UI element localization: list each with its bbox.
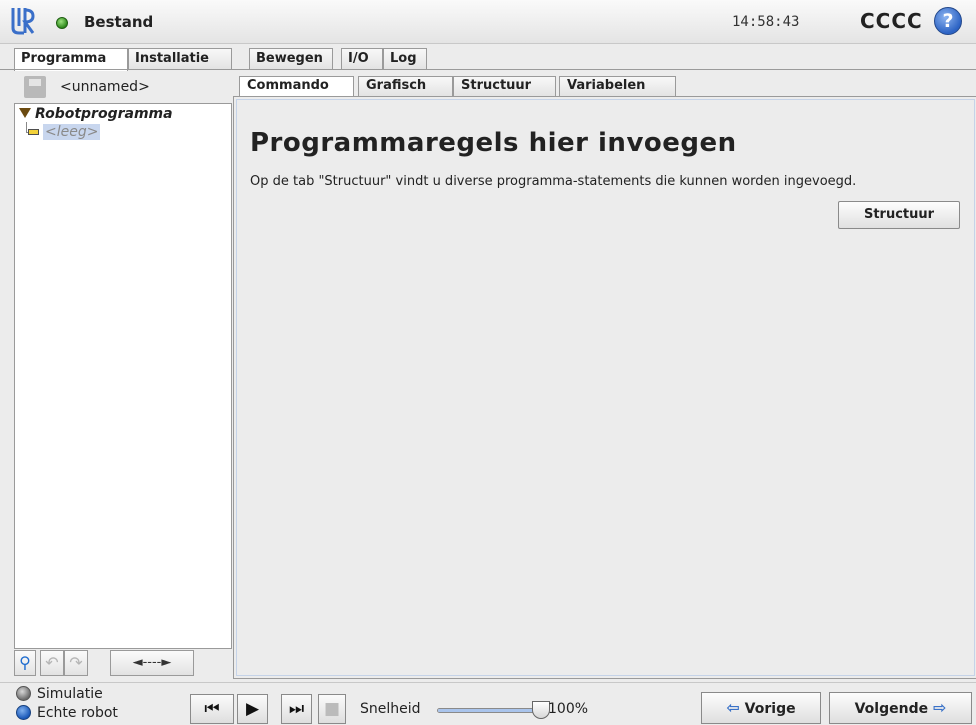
structure-button[interactable]: Structuur — [838, 201, 960, 229]
tree-child-node[interactable]: <leeg> — [43, 124, 101, 140]
empty-node-icon — [28, 129, 39, 135]
tab-structuur[interactable]: Structuur — [453, 76, 556, 97]
speed-slider-fill — [438, 709, 546, 712]
step-icon: ⏭ — [288, 699, 305, 719]
program-file-header: <unnamed> — [14, 73, 232, 101]
rewind-icon: ⏮ — [204, 699, 220, 719]
program-file-name: <unnamed> — [60, 79, 150, 95]
status-indicator-icon — [56, 17, 68, 29]
mode-simulation-label: Simulatie — [37, 686, 103, 702]
bottom-bar: Simulatie Echte robot ⏮ ▶ ⏭ ■ Snelheid 1… — [0, 682, 976, 725]
redo-icon: ↷ — [69, 653, 83, 672]
tab-divider — [0, 69, 976, 70]
previous-label: Vorige — [744, 701, 796, 717]
tree-root-label: Robotprogramma — [35, 106, 173, 122]
ur-logo-icon — [11, 8, 35, 35]
title-bar: Bestand 14:58:43 CCCC ? — [0, 0, 976, 44]
program-tree: Robotprogramma <leeg> — [14, 103, 232, 649]
next-button[interactable]: Volgende ⇨ — [829, 692, 972, 724]
robot-name: CCCC — [860, 9, 923, 33]
tab-installatie[interactable]: Installatie — [128, 48, 232, 70]
play-icon: ▶ — [245, 699, 260, 719]
step-button[interactable]: ⏭ — [281, 694, 312, 724]
arrow-right-icon: ⇨ — [932, 698, 947, 717]
radio-off-icon — [16, 685, 31, 701]
tab-commando[interactable]: Commando — [239, 76, 354, 97]
tab-log[interactable]: Log — [383, 48, 427, 70]
previous-button[interactable]: ⇦ Vorige — [701, 692, 821, 724]
redo-button[interactable]: ↷ — [64, 650, 88, 676]
mode-real-label: Echte robot — [37, 705, 118, 721]
content-description: Op de tab "Structuur" vindt u diverse pr… — [250, 174, 857, 189]
play-button[interactable]: ▶ — [237, 694, 268, 724]
speed-slider-track[interactable] — [437, 708, 547, 713]
help-icon[interactable]: ? — [934, 7, 962, 35]
tab-io[interactable]: I/O — [341, 48, 383, 70]
search-icon: ⚲ — [19, 653, 31, 672]
speed-value: 100% — [548, 701, 589, 717]
tab-bewegen[interactable]: Bewegen — [249, 48, 333, 70]
collapse-arrow-icon[interactable] — [19, 108, 31, 118]
stop-icon: ■ — [323, 699, 341, 719]
save-icon[interactable] — [24, 76, 46, 98]
radio-on-icon — [16, 704, 31, 720]
clock: 14:58:43 — [732, 14, 800, 30]
mode-real-robot[interactable]: Echte robot — [16, 704, 118, 723]
search-button[interactable]: ⚲ — [14, 650, 36, 676]
rewind-button[interactable]: ⏮ — [190, 694, 234, 724]
arrow-left-icon: ⇦ — [726, 698, 740, 717]
tree-connector — [26, 122, 27, 132]
mode-simulation[interactable]: Simulatie — [16, 685, 103, 704]
undo-icon: ↶ — [45, 653, 59, 672]
speed-label: Snelheid — [360, 701, 421, 717]
tab-grafisch[interactable]: Grafisch — [358, 76, 453, 97]
app-title[interactable]: Bestand — [84, 13, 153, 31]
tab-variabelen[interactable]: Variabelen — [559, 76, 676, 97]
tab-programma[interactable]: Programma — [14, 48, 128, 71]
tree-root-node[interactable]: Robotprogramma — [19, 106, 173, 122]
next-label: Volgende — [854, 701, 929, 717]
content-title: Programmaregels hier invoegen — [250, 128, 737, 158]
move-node-button[interactable]: ◄----► — [110, 650, 194, 676]
undo-button[interactable]: ↶ — [40, 650, 64, 676]
stop-button[interactable]: ■ — [318, 694, 346, 724]
